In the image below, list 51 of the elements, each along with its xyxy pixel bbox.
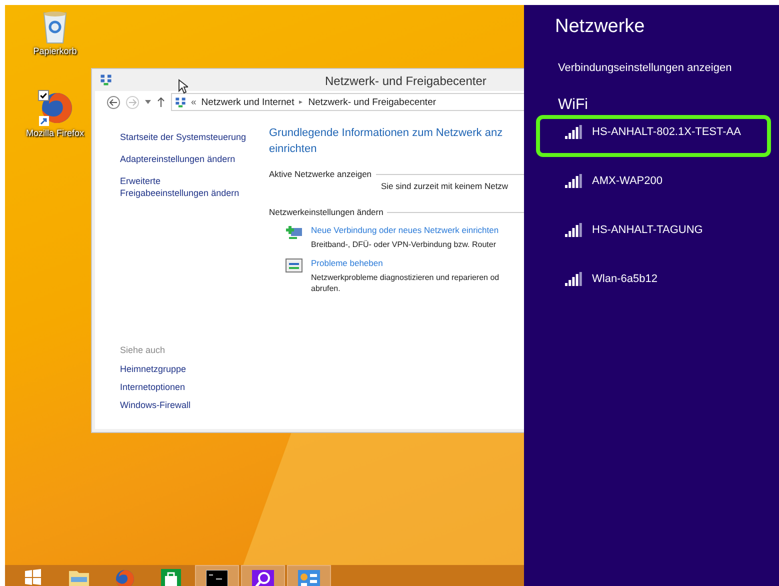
network-icon — [175, 96, 186, 108]
forward-arrow-icon — [128, 98, 137, 106]
task-link[interactable]: Probleme beheben — [311, 258, 500, 268]
shopping-bag-icon — [161, 569, 181, 586]
up-arrow-icon[interactable] — [157, 97, 165, 107]
search-icon — [252, 570, 274, 586]
signal-strength-icon — [565, 174, 582, 188]
section-heading: WiFi — [558, 96, 589, 113]
command-prompt-icon — [206, 570, 228, 586]
wifi-network-item[interactable]: HS-ANHALT-802.1X-TEST-AA — [536, 115, 771, 157]
status-message: Sie sind zurzeit mit keinem Netzw — [381, 181, 510, 191]
task-description: Netzwerkprobleme diagnostizieren und reparieren od abrufen. — [311, 272, 500, 294]
back-arrow-icon — [109, 98, 118, 106]
control-panel-icon — [298, 570, 320, 586]
wifi-network-item[interactable]: Wlan-6a5b12 — [536, 262, 771, 304]
task-link[interactable]: Neue Verbindung oder neues Netzwerk einrichten — [311, 225, 499, 235]
back-button[interactable] — [107, 96, 120, 108]
sidebar-link[interactable]: Adaptereinstellungen ändern — [120, 153, 250, 165]
network-add-icon — [285, 225, 303, 241]
see-also-link[interactable]: Windows-Firewall — [120, 399, 250, 411]
breadcrumb-item[interactable]: Netzwerk- und Freigabecenter — [308, 96, 436, 108]
sidebar-link[interactable]: Erweiterte Freigabeeinstellungen ändern — [120, 175, 250, 199]
sidebar-link[interactable]: Startseite der Systemsteuerung — [120, 131, 250, 143]
signal-strength-icon — [565, 272, 582, 286]
task-description: Breitband-, DFÜ- oder VPN-Verbindung bzw. Router — [311, 239, 497, 250]
see-also-heading: Siehe auch — [120, 345, 166, 355]
taskbar-button[interactable] — [241, 565, 285, 586]
wifi-network-item[interactable]: HS-ANHALT-TAGUNG — [536, 213, 771, 255]
page-heading: Grundlegende Informationen zum Netzwerk anz einrichten — [269, 126, 504, 157]
wifi-network-item[interactable]: AMX-WAP200 — [536, 164, 771, 206]
firefox-icon — [115, 569, 135, 586]
taskbar-button[interactable] — [195, 565, 239, 586]
firefox-icon[interactable] — [37, 90, 73, 126]
window-title: Netzwerk- und Freigabecenter — [325, 74, 486, 88]
section-heading: Netzwerkeinstellungen ändern — [269, 207, 384, 217]
troubleshoot-icon — [285, 258, 303, 274]
see-also-link[interactable]: Heimnetzgruppe — [120, 363, 250, 375]
network-icon — [100, 74, 112, 86]
breadcrumb-item[interactable]: Netzwerk und Internet — [201, 96, 294, 108]
signal-strength-icon — [565, 124, 582, 138]
folder-icon — [68, 569, 90, 586]
windows-logo-icon — [25, 569, 41, 585]
signal-strength-icon — [565, 222, 582, 236]
breadcrumb-overflow[interactable]: « — [191, 96, 196, 108]
recycle-bin-icon[interactable] — [42, 10, 68, 44]
selection-checkbox[interactable] — [38, 90, 49, 101]
dropdown-caret-icon[interactable] — [145, 100, 151, 104]
section-heading: Aktive Netzwerke anzeigen — [269, 169, 372, 179]
connection-settings-link[interactable]: Verbindungseinstellungen anzeigen — [558, 62, 779, 74]
see-also-link[interactable]: Internetoptionen — [120, 381, 250, 393]
panel-title: Netzwerke — [555, 16, 646, 38]
